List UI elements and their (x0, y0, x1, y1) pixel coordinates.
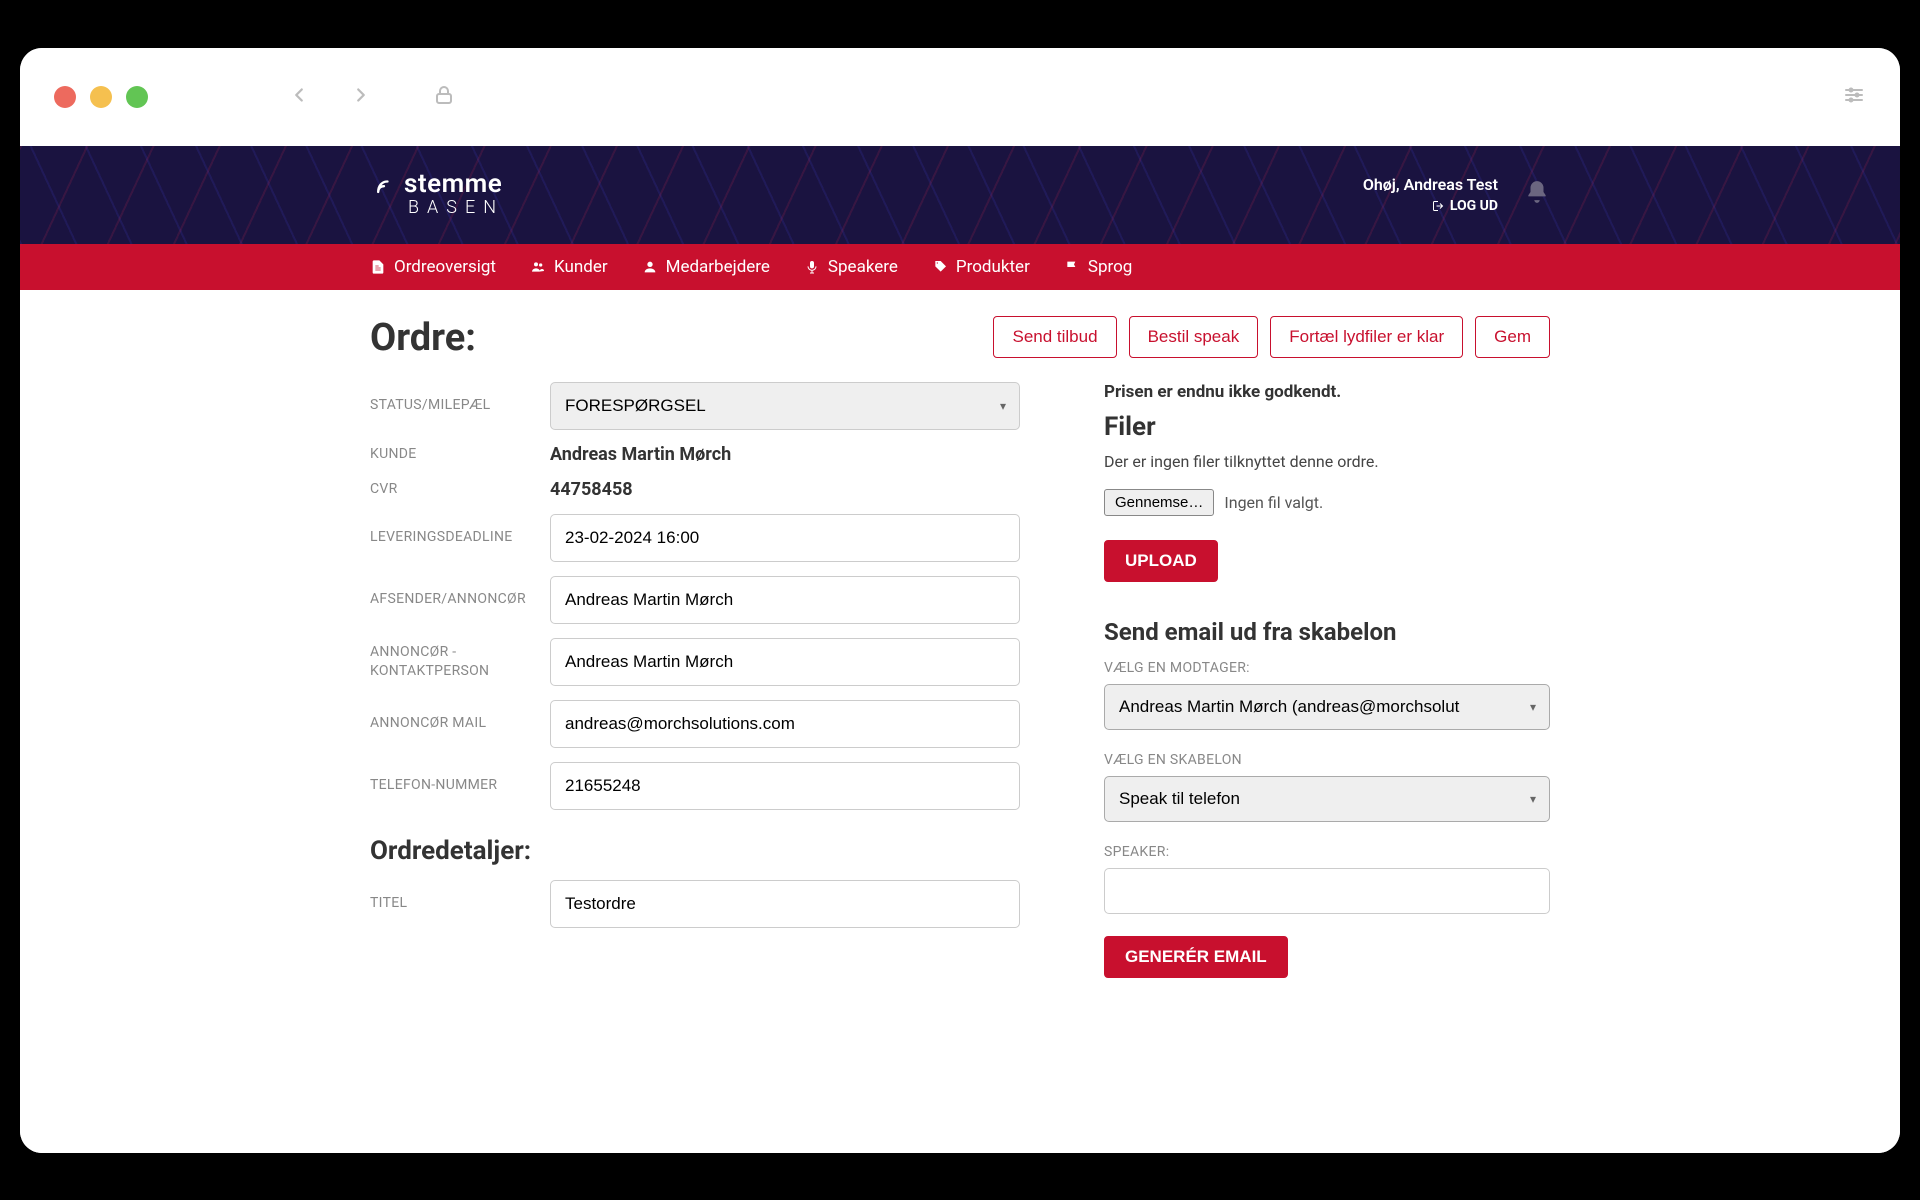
user-greeting: Ohøj, Andreas Test (1363, 175, 1498, 194)
speaker-label: SPEAKER: (1104, 844, 1550, 860)
flag-icon (1064, 259, 1080, 275)
traffic-lights (54, 86, 148, 108)
settings-icon[interactable] (1842, 83, 1866, 111)
file-icon (370, 259, 386, 275)
browser-frame: stemme BASEN Ohøj, Andreas Test LOG UD (20, 48, 1900, 1153)
customer-label: KUNDE (370, 445, 550, 463)
users-icon (530, 259, 546, 275)
window-maximize-button[interactable] (126, 86, 148, 108)
nav-kunder[interactable]: Kunder (530, 257, 608, 277)
cvr-value: 44758458 (550, 479, 1020, 500)
nav-medarbejdere[interactable]: Medarbejdere (642, 257, 770, 277)
template-select[interactable]: Speak til telefon (1104, 776, 1550, 822)
sender-label: AFSENDER/ANNONCØR (370, 590, 550, 608)
nav-produkter[interactable]: Produkter (932, 257, 1030, 277)
email-template-heading: Send email ud fra skabelon (1104, 618, 1550, 646)
contact-input[interactable] (550, 638, 1020, 686)
template-label: VÆLG EN SKABELON (1104, 752, 1550, 768)
generate-email-button[interactable]: GENERÉR EMAIL (1104, 936, 1288, 978)
contact-label: ANNONCØR - KONTAKTPERSON (370, 643, 550, 679)
deadline-input[interactable] (550, 514, 1020, 562)
title-label: TITEL (370, 894, 550, 912)
main-nav: Ordreoversigt Kunder Medarbejdere Speake… (20, 244, 1900, 290)
status-label: STATUS/MILEPÆL (370, 396, 550, 414)
page-title: Ordre: (370, 316, 476, 360)
content-area: Ordre: Send tilbud Bestil speak Fortæl l… (20, 290, 1900, 1153)
nav-ordreoversigt[interactable]: Ordreoversigt (370, 257, 496, 277)
send-offer-button[interactable]: Send tilbud (993, 316, 1116, 358)
audio-ready-button[interactable]: Fortæl lydfiler er klar (1270, 316, 1463, 358)
mic-icon (804, 259, 820, 275)
user-icon (642, 259, 658, 275)
forward-button[interactable] (350, 84, 372, 110)
logout-icon (1432, 200, 1444, 212)
logo[interactable]: stemme BASEN (370, 171, 504, 218)
mail-input[interactable] (550, 700, 1020, 748)
title-input[interactable] (550, 880, 1020, 928)
window-minimize-button[interactable] (90, 86, 112, 108)
customer-value: Andreas Martin Mørch (550, 444, 1020, 465)
notifications-icon[interactable] (1524, 179, 1550, 209)
back-button[interactable] (288, 84, 310, 110)
logout-link[interactable]: LOG UD (1363, 198, 1498, 214)
app-viewport: stemme BASEN Ohøj, Andreas Test LOG UD (20, 146, 1900, 1153)
upload-button[interactable]: UPLOAD (1104, 540, 1218, 582)
mail-label: ANNONCØR MAIL (370, 714, 550, 732)
logo-text-top: stemme (404, 171, 502, 198)
logo-icon (370, 171, 398, 199)
header-banner: stemme BASEN Ohøj, Andreas Test LOG UD (20, 146, 1900, 244)
sender-input[interactable] (550, 576, 1020, 624)
browser-chrome (20, 48, 1900, 146)
tags-icon (932, 259, 948, 275)
save-button[interactable]: Gem (1475, 316, 1550, 358)
phone-input[interactable] (550, 762, 1020, 810)
recipient-label: VÆLG EN MODTAGER: (1104, 660, 1550, 676)
cvr-label: CVR (370, 480, 550, 498)
deadline-label: LEVERINGSDEADLINE (370, 528, 550, 546)
window-close-button[interactable] (54, 86, 76, 108)
nav-sprog[interactable]: Sprog (1064, 257, 1132, 277)
logo-text-bottom: BASEN (408, 199, 504, 218)
status-select[interactable]: FORESPØRGSEL (550, 382, 1020, 430)
price-status: Prisen er endnu ikke godkendt. (1104, 382, 1550, 402)
nav-speakere[interactable]: Speakere (804, 257, 898, 277)
files-empty-text: Der er ingen filer tilknyttet denne ordr… (1104, 452, 1550, 471)
browse-button[interactable]: Gennemse… (1104, 489, 1214, 516)
file-status-text: Ingen fil valgt. (1224, 493, 1323, 512)
phone-label: TELEFON-NUMMER (370, 776, 550, 794)
order-details-heading: Ordredetaljer: (370, 836, 1020, 866)
order-speak-button[interactable]: Bestil speak (1129, 316, 1259, 358)
recipient-select[interactable]: Andreas Martin Mørch (andreas@morchsolut (1104, 684, 1550, 730)
files-heading: Filer (1104, 412, 1550, 442)
lock-icon (432, 83, 456, 111)
speaker-input[interactable] (1104, 868, 1550, 914)
